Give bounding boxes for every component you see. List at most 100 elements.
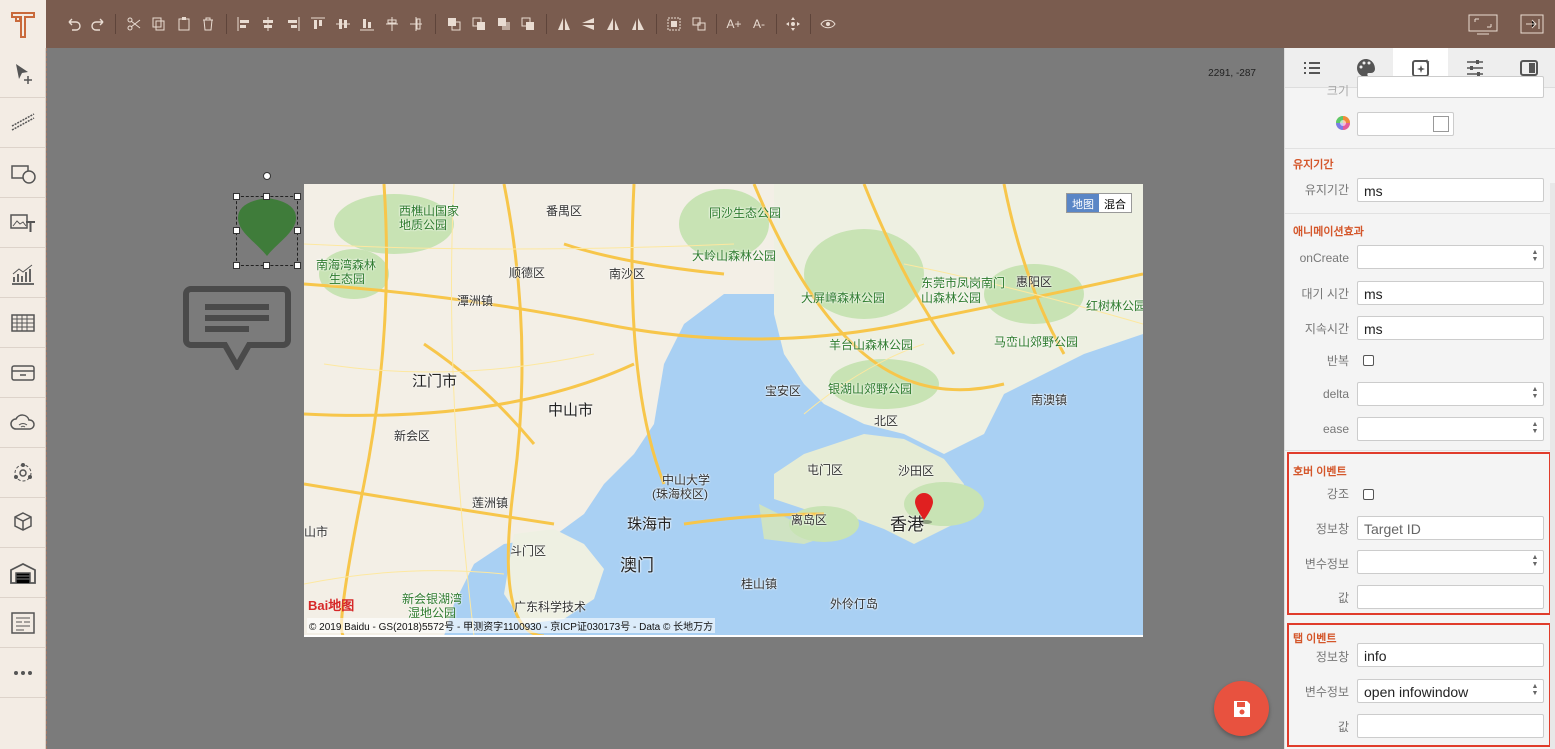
network-tool[interactable] [0,448,46,498]
table-icon [11,313,35,332]
emphasis-checkbox[interactable] [1363,489,1374,500]
tap-variable-select[interactable]: open infowindow ▲ ▼ [1357,679,1544,703]
resize-handle[interactable] [263,193,270,200]
undo-icon[interactable] [64,14,84,34]
hover-value-input[interactable] [1357,585,1544,609]
table-tool[interactable] [0,298,46,348]
delta-input[interactable]: ▲ ▼ [1357,382,1544,406]
panel-scrollbar[interactable] [1550,183,1555,749]
align-center-icon[interactable] [258,14,278,34]
hover-info-input[interactable]: Target ID [1357,516,1544,540]
save-icon [1233,700,1250,717]
editor-canvas[interactable]: 2291, -287 西樵山国家 地质公园 番禺区 同沙生态公园 大岭山森林公园… [46,48,1284,749]
bring-front-icon[interactable] [444,14,464,34]
color-wheel-icon[interactable] [1335,115,1351,131]
align-middle-icon[interactable] [333,14,353,34]
move-icon[interactable] [783,14,803,34]
keep-time-input[interactable]: ms [1357,316,1544,340]
map-label: 宝安区 [765,384,802,398]
tap-value-input[interactable] [1357,714,1544,738]
spinner-icon[interactable]: ▲ ▼ [1530,683,1540,699]
ease-select[interactable]: ▲ ▼ [1357,417,1544,441]
align-bottom-icon[interactable] [357,14,377,34]
paste-icon[interactable] [174,14,194,34]
spinner-icon[interactable]: ▲ ▼ [1530,249,1540,265]
form-tool[interactable] [0,598,46,648]
resize-handle[interactable] [233,193,240,200]
tap-info-input[interactable]: info [1357,643,1544,667]
ungroup-icon[interactable] [689,14,709,34]
delete-icon[interactable] [198,14,218,34]
fullscreen-icon[interactable] [1467,12,1499,36]
hover-value-label: 값 [1337,591,1349,605]
spinner-icon[interactable]: ▲ ▼ [1530,421,1540,437]
emphasis-label: 강조 [1326,487,1349,501]
exit-icon[interactable] [1518,12,1546,36]
repeat-checkbox[interactable] [1363,355,1374,366]
resize-handle[interactable] [233,262,240,269]
duration-input[interactable]: ms [1357,178,1544,202]
hover-variable-select[interactable]: ▲ ▼ [1357,550,1544,574]
line-tool[interactable] [0,98,46,148]
send-backward-icon[interactable] [494,14,514,34]
rotate-handle[interactable] [263,172,271,180]
list-icon [1304,61,1321,74]
align-left-icon[interactable] [234,14,254,34]
cursor-coordinates: 2291, -287 [1208,68,1256,79]
size-label: 크기 [1326,84,1349,98]
resize-handle[interactable] [294,262,301,269]
copy-icon[interactable] [149,14,169,34]
size-input[interactable] [1357,76,1544,98]
map-label: 中山市 [548,402,594,419]
font-increase-icon[interactable]: A+ [724,14,744,34]
resize-handle[interactable] [294,227,301,234]
warehouse-tool[interactable] [0,548,46,598]
cloud-tool[interactable] [0,398,46,448]
image-text-tool[interactable] [0,198,46,248]
container-tool[interactable] [0,348,46,398]
map-marker-icon[interactable] [912,492,936,526]
group-icon[interactable] [664,14,684,34]
distribute-h-icon[interactable] [382,14,402,34]
spinner-icon[interactable]: ▲ ▼ [1530,554,1540,570]
pointer-tool[interactable] [0,48,46,98]
map-type-normal[interactable]: 地图 [1067,194,1099,212]
more-tool[interactable] [0,648,46,698]
map-label: 生态园 [329,272,366,286]
resize-handle[interactable] [263,262,270,269]
redo-icon[interactable] [88,14,108,34]
distribute-v-icon[interactable] [406,14,426,34]
message-icon[interactable] [183,286,291,370]
color-swatch[interactable] [1433,116,1449,132]
app-logo[interactable] [0,0,46,48]
send-back-icon[interactable] [518,14,538,34]
save-button[interactable] [1214,681,1269,736]
tap-variable-label: 변수정보 [1304,685,1349,699]
oncreate-select[interactable]: ▲ ▼ [1357,245,1544,269]
rotate-left-icon[interactable] [603,14,623,34]
logo-icon [11,12,35,38]
resize-handle[interactable] [294,193,301,200]
align-right-icon[interactable] [283,14,303,34]
bring-forward-icon[interactable] [469,14,489,34]
flip-v-icon[interactable] [578,14,598,34]
cut-icon[interactable] [124,14,144,34]
map-label: 顺德区 [509,266,546,280]
map-type-hybrid[interactable]: 混合 [1099,194,1131,212]
flip-h-icon[interactable] [554,14,574,34]
wait-time-input[interactable]: ms [1357,281,1544,305]
baidu-map[interactable]: 西樵山国家 地质公园 番禺区 同沙生态公园 大岭山森林公园 南海湾森林 生态园 … [304,184,1143,636]
font-decrease-icon[interactable]: A- [749,14,769,34]
align-top-icon[interactable] [308,14,328,34]
map-label: 银湖山郊野公园 [828,382,913,396]
shape-tool[interactable] [0,148,46,198]
chart-tool[interactable] [0,248,46,298]
3d-tool[interactable] [0,498,46,548]
color-input[interactable] [1357,112,1454,136]
preview-icon[interactable] [818,14,838,34]
panel-body: 크기 유지기간 유지기간 ms 애니메이션효과 onCreate ▲ ▼ 대기 시… [1285,76,1555,749]
form-icon [11,611,35,634]
spinner-icon[interactable]: ▲ ▼ [1530,386,1540,402]
rotate-right-icon[interactable] [628,14,648,34]
resize-handle[interactable] [233,227,240,234]
